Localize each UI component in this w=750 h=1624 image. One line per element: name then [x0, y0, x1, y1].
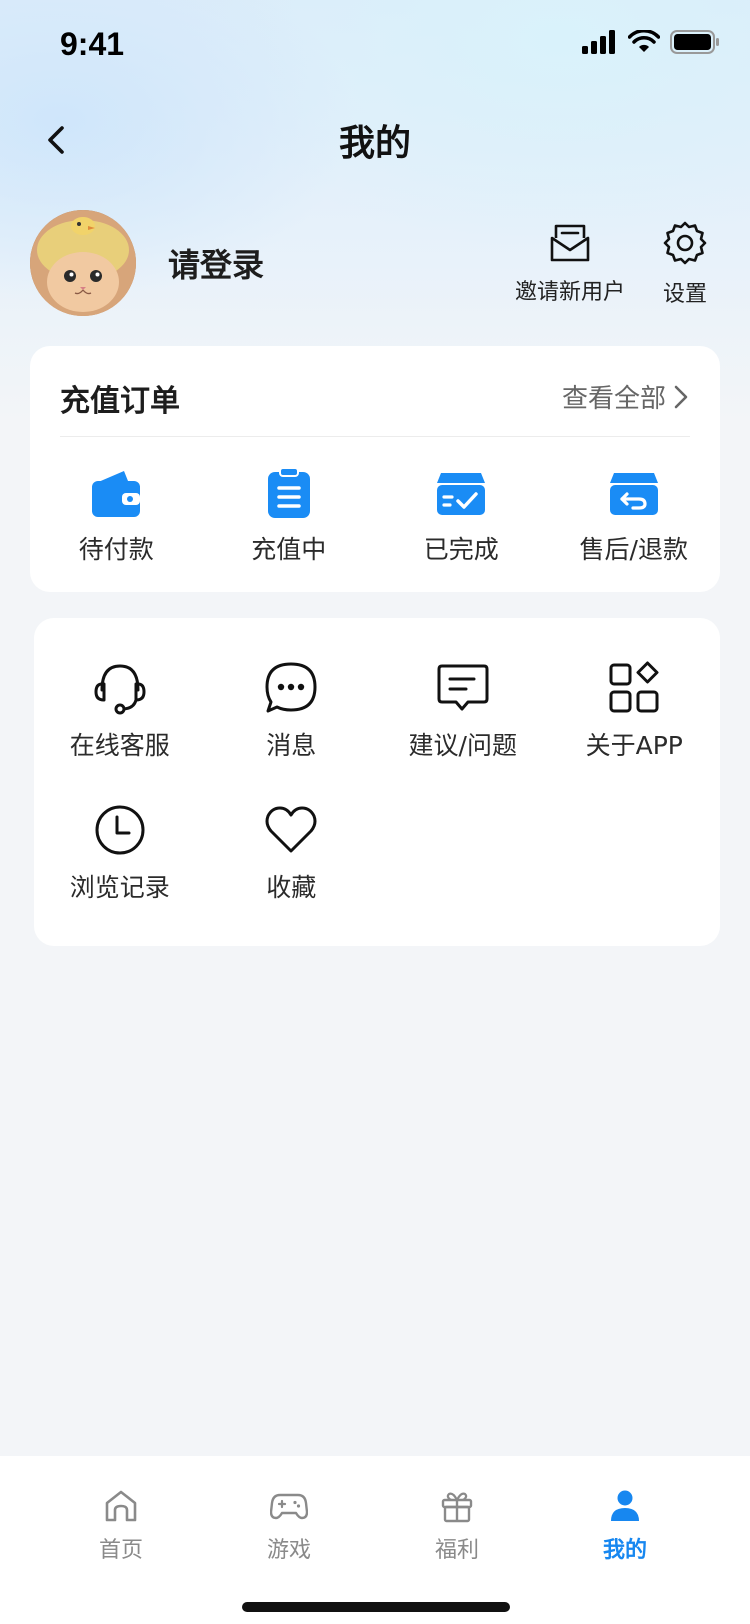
box-check-icon [437, 473, 486, 515]
feedback-icon [437, 664, 489, 711]
order-status-label: 充值中 [251, 535, 327, 564]
tab-mine[interactable]: 我的 [541, 1486, 709, 1564]
chevron-right-icon [674, 385, 688, 408]
wallet-icon [92, 471, 141, 517]
service-label: 建议/问题 [408, 731, 517, 760]
browsing-history-button[interactable]: 浏览记录 [34, 802, 206, 944]
tab-benefits[interactable]: 福利 [373, 1486, 541, 1564]
orders-header: 充值订单 查看全部 [60, 376, 690, 419]
about-app-button[interactable]: 关于APP [549, 660, 721, 802]
orders-title: 充值订单 [60, 384, 180, 419]
services-card: 在线客服 消息 建议/问题 关于APP 浏览记录 收藏 [34, 618, 720, 946]
order-status-label: 待付款 [78, 535, 154, 564]
view-all-link[interactable]: 查看全部 [562, 378, 690, 415]
divider [60, 436, 690, 437]
clock-icon [95, 805, 145, 855]
navigation-bar: 我的 [0, 100, 750, 180]
box-return-icon [609, 473, 658, 515]
chat-bubble-icon [265, 662, 317, 713]
tab-games[interactable]: 游戏 [205, 1486, 373, 1564]
envelope-icon [550, 224, 590, 262]
invite-new-user-button[interactable]: 邀请新用户 [500, 220, 640, 306]
order-status-completed[interactable]: 已完成 [375, 468, 548, 566]
battery-icon [670, 30, 719, 54]
favorites-button[interactable]: 收藏 [206, 802, 378, 944]
service-label: 关于APP [585, 731, 683, 760]
status-icons [582, 30, 720, 54]
status-time: 9:41 [60, 26, 125, 62]
view-all-label: 查看全部 [561, 384, 666, 414]
home-indicator [242, 1602, 510, 1612]
service-label: 收藏 [266, 873, 317, 902]
cat-avatar-icon [30, 210, 136, 316]
heart-icon [265, 806, 317, 853]
order-status-after-sales-refund[interactable]: 售后/退款 [548, 468, 721, 566]
service-label: 浏览记录 [69, 873, 170, 902]
tab-label: 游戏 [266, 1538, 311, 1563]
profile-section: 请登录 邀请新用户 设置 [30, 210, 720, 320]
order-status-label: 售后/退款 [579, 535, 688, 564]
service-label: 消息 [266, 731, 317, 760]
service-label: 在线客服 [69, 731, 170, 760]
clipboard-icon [267, 468, 310, 518]
wifi-icon [628, 30, 660, 52]
online-support-button[interactable]: 在线客服 [34, 660, 206, 802]
order-status-pending-payment[interactable]: 待付款 [30, 468, 203, 566]
orders-status-row: 待付款 充值中 已完成 售后/退款 [30, 468, 720, 566]
tab-list: 首页 游戏 福利 我的 [0, 1486, 750, 1564]
home-icon [105, 1490, 137, 1522]
recharge-orders-card: 充值订单 查看全部 待付款 充值中 已完成 售后/退款 [30, 346, 720, 592]
tab-label: 我的 [602, 1538, 647, 1563]
login-prompt[interactable]: 请登录 [168, 240, 264, 286]
feedback-button[interactable]: 建议/问题 [377, 660, 549, 802]
tab-label: 首页 [98, 1538, 143, 1563]
invite-label: 邀请新用户 [514, 280, 625, 305]
headset-icon [94, 664, 146, 715]
gamepad-icon [270, 1493, 308, 1520]
order-status-recharging[interactable]: 充值中 [203, 468, 376, 566]
services-grid: 在线客服 消息 建议/问题 关于APP 浏览记录 收藏 [34, 660, 720, 944]
tab-label: 福利 [434, 1538, 479, 1563]
signal-icon [582, 30, 615, 54]
messages-button[interactable]: 消息 [206, 660, 378, 802]
settings-label: 设置 [662, 282, 707, 307]
order-status-label: 已完成 [423, 535, 499, 564]
status-bar: 9:41 [0, 0, 750, 90]
gift-icon [441, 1492, 473, 1523]
user-icon [611, 1490, 639, 1521]
gear-icon [663, 221, 707, 265]
tab-home[interactable]: 首页 [37, 1486, 205, 1564]
apps-grid-icon [609, 661, 659, 713]
page-title: 我的 [338, 123, 411, 164]
bottom-tab-bar: 首页 游戏 福利 我的 [0, 1456, 750, 1624]
settings-button[interactable]: 设置 [650, 220, 720, 308]
avatar[interactable] [30, 210, 136, 316]
